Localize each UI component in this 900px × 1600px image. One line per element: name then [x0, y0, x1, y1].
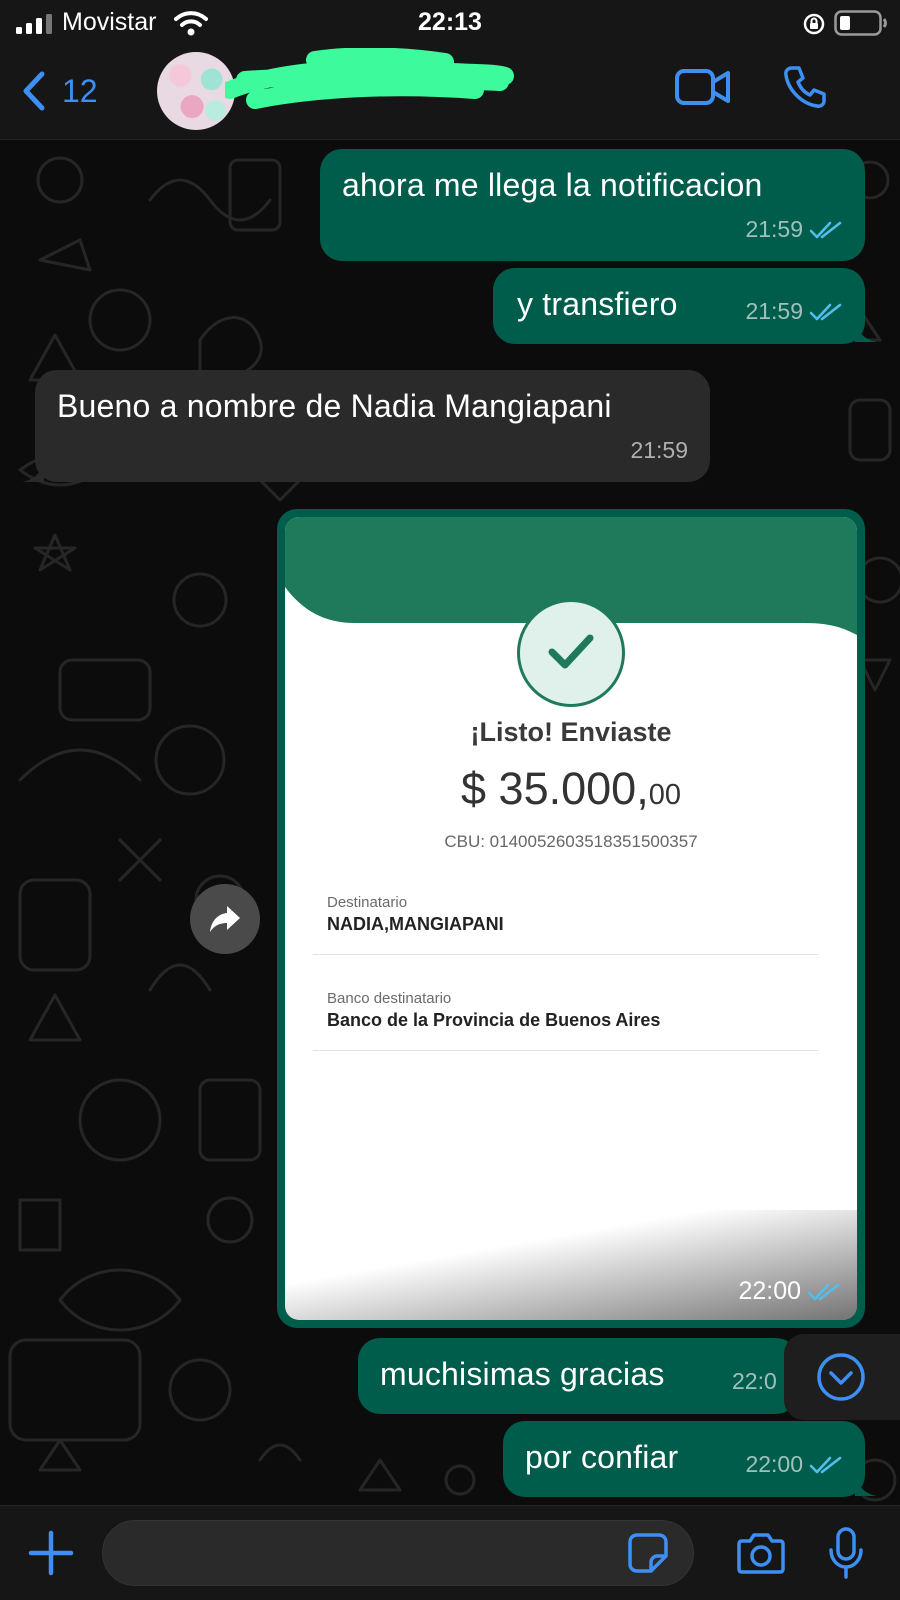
- voice-call-button[interactable]: [782, 64, 828, 115]
- sticker-button[interactable]: [627, 1532, 669, 1579]
- outgoing-image-message[interactable]: ¡Listo! Enviaste $ 35.000,00 CBU: 014005…: [277, 509, 865, 1328]
- sticker-icon: [628, 1533, 668, 1573]
- back-button[interactable]: 12: [22, 66, 98, 116]
- clock-time: 22:13: [418, 8, 482, 36]
- video-camera-icon: [675, 69, 730, 105]
- video-call-button[interactable]: [674, 66, 732, 113]
- forward-arrow-icon: [210, 906, 240, 932]
- message-composer: [0, 1505, 900, 1600]
- message-meta: 21:59: [745, 216, 843, 243]
- contact-avatar[interactable]: [157, 52, 235, 130]
- attach-button[interactable]: [28, 1530, 74, 1581]
- receipt-title: ¡Listo! Enviaste: [470, 717, 672, 747]
- message-meta: 21:59: [745, 298, 843, 325]
- voice-message-button[interactable]: [828, 1526, 864, 1585]
- incoming-message[interactable]: Bueno a nombre de Nadia Mangiapani 21:59: [35, 370, 710, 482]
- bank-value: Banco de la Provincia de Buenos Aires: [327, 1010, 661, 1030]
- message-meta: 22:00: [738, 1277, 841, 1306]
- outgoing-message[interactable]: muchisimas gracias 22:0: [358, 1338, 798, 1414]
- chat-header: 12 V: [0, 46, 900, 140]
- receipt-amount: $ 35.000,00: [285, 763, 857, 815]
- amount-main: $ 35.000,: [461, 763, 649, 814]
- amount-cents: 00: [648, 779, 681, 811]
- checkmark-icon: [548, 634, 594, 669]
- microphone-icon: [829, 1527, 863, 1579]
- bubble-tail: [22, 460, 44, 482]
- double-check-read-icon: [807, 1283, 840, 1300]
- double-check-read-icon: [809, 221, 842, 238]
- message-text: ahora me llega la notificacion: [342, 167, 763, 203]
- outgoing-message[interactable]: por confiar 22:00: [503, 1421, 865, 1497]
- unread-count: 12: [62, 72, 98, 109]
- message-time: 22:00: [738, 1277, 801, 1305]
- double-check-read-icon: [809, 1456, 842, 1473]
- message-input[interactable]: [102, 1520, 694, 1586]
- scroll-to-bottom-button[interactable]: [784, 1334, 900, 1420]
- message-meta: 22:0: [732, 1368, 777, 1395]
- redaction-scribble: [225, 48, 514, 109]
- phone-icon: [784, 66, 826, 108]
- divider: [313, 954, 819, 955]
- message-text: muchisimas gracias: [380, 1356, 665, 1392]
- message-time: 21:59: [745, 216, 803, 242]
- plus-icon: [28, 1530, 74, 1576]
- message-time: 22:00: [745, 1451, 803, 1477]
- outgoing-message[interactable]: y transfiero 21:59: [493, 268, 865, 344]
- double-check-read-icon: [809, 303, 842, 320]
- camera-button[interactable]: [736, 1532, 786, 1579]
- recipient-value: NADIA,MANGIAPANI: [327, 914, 504, 934]
- battery-icon: [834, 10, 887, 36]
- bubble-tail: [855, 320, 877, 342]
- message-meta: 22:00: [745, 1451, 843, 1478]
- forward-button[interactable]: [190, 884, 260, 954]
- receipt-cbu: CBU: 0140052603518351500357: [444, 832, 698, 851]
- bubble-tail: [855, 1474, 877, 1496]
- message-meta: 21:59: [630, 437, 688, 464]
- camera-icon: [737, 1533, 785, 1574]
- bank-label: Banco destinatario: [327, 990, 452, 1007]
- transfer-receipt-image[interactable]: ¡Listo! Enviaste $ 35.000,00 CBU: 014005…: [285, 517, 857, 1320]
- recipient-label: Destinatario: [327, 894, 408, 911]
- status-bar: Movistar 22:13: [0, 0, 900, 46]
- message-text: por confiar: [525, 1439, 679, 1475]
- message-text: Bueno a nombre de Nadia Mangiapani: [57, 388, 612, 424]
- orientation-lock-icon: [803, 13, 825, 35]
- message-time: 21:59: [630, 437, 688, 463]
- chevron-left-icon: [23, 71, 45, 111]
- message-time: 22:0: [732, 1368, 777, 1394]
- message-text: y transfiero: [517, 286, 678, 322]
- outgoing-message[interactable]: ahora me llega la notificacion 21:59: [320, 149, 865, 261]
- message-time: 21:59: [745, 298, 803, 324]
- divider: [313, 1050, 819, 1051]
- success-check-badge: [517, 599, 625, 707]
- chevron-down-circle-icon: [817, 1353, 865, 1401]
